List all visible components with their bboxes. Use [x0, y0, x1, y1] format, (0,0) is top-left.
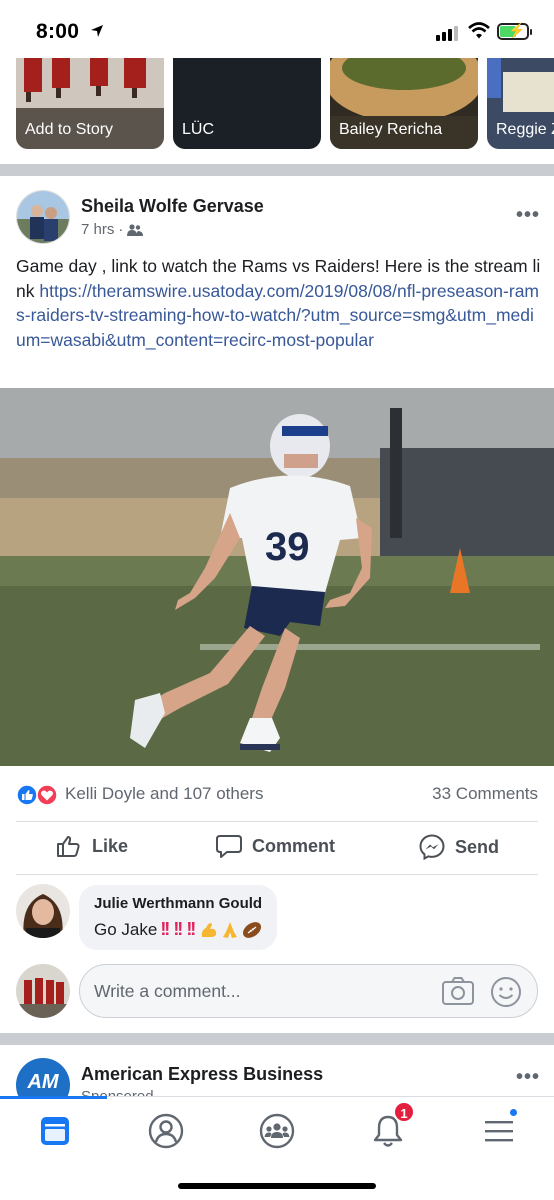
- story-card[interactable]: LÜC: [173, 58, 321, 149]
- bottom-tab-bar: 1: [0, 1096, 554, 1200]
- thumbs-up-icon: [57, 836, 80, 857]
- story-label: LÜC: [182, 121, 215, 138]
- hamburger-menu-icon: [485, 1121, 513, 1142]
- folded-hands-icon: [223, 921, 238, 938]
- emoji-smile-icon[interactable]: [490, 976, 522, 1008]
- double-exclamation-icon: !!: [160, 919, 170, 939]
- post-more-options-button[interactable]: •••: [516, 204, 540, 227]
- menu-dot-badge: [508, 1107, 519, 1118]
- amex-logo[interactable]: AM EX: [16, 1058, 70, 1096]
- post-meta: 7 hrs ·: [81, 221, 144, 238]
- status-bar: 8:00 ⚡: [0, 0, 554, 58]
- active-tab-indicator: [0, 1096, 107, 1099]
- tab-profile[interactable]: [142, 1107, 190, 1155]
- speech-bubble-icon: [216, 835, 242, 858]
- news-feed-icon: [41, 1117, 69, 1145]
- comment-text-row: Go Jake !! !! !!: [94, 919, 263, 940]
- post-actions: Like Comment Send: [0, 822, 554, 874]
- like-label: Like: [92, 835, 129, 856]
- status-time: 8:00: [36, 20, 80, 43]
- groups-icon: [259, 1113, 295, 1149]
- divider: [16, 874, 538, 875]
- story-label: Bailey Rericha: [339, 121, 443, 138]
- next-post-more-options-button[interactable]: •••: [516, 1066, 540, 1089]
- author-name[interactable]: Sheila Wolfe Gervase: [81, 196, 264, 217]
- story-card[interactable]: Reggie Z: [487, 58, 554, 149]
- notification-badge: 1: [393, 1101, 415, 1123]
- avatar-photo: [17, 191, 69, 243]
- next-post-header: AM EX American Express Business ••• Spon…: [0, 1044, 554, 1096]
- home-indicator[interactable]: [178, 1183, 376, 1189]
- friends-audience-icon: [127, 223, 144, 236]
- post-link[interactable]: https://theramswire.usatoday.com/2019/08…: [16, 281, 539, 350]
- svg-text:39: 39: [265, 525, 310, 569]
- like-button[interactable]: Like: [56, 834, 128, 858]
- send-label: Send: [455, 836, 500, 857]
- messenger-icon: [419, 834, 445, 860]
- comment-button[interactable]: Comment: [216, 834, 335, 858]
- sponsored-label: Sponsored: [81, 1088, 154, 1096]
- section-divider: [0, 164, 554, 176]
- double-exclamation-icon: !!: [186, 919, 196, 939]
- commenter-avatar[interactable]: [16, 884, 70, 938]
- wifi-icon: [468, 22, 490, 39]
- football-player-photo: 39: [0, 388, 554, 766]
- charging-bolt-icon: ⚡: [508, 22, 526, 38]
- commenter-name[interactable]: Julie Werthmann Gould: [94, 895, 263, 912]
- story-card[interactable]: Bailey Rericha: [330, 58, 478, 149]
- comment-emoji: !! !! !!: [160, 919, 263, 940]
- comment-bubble[interactable]: Julie Werthmann Gould Go Jake !! !! !!: [79, 885, 278, 950]
- story-label: Add to Story: [25, 121, 114, 138]
- tab-groups[interactable]: [253, 1107, 301, 1155]
- reactions-summary[interactable]: Kelli Doyle and 107 others 33 Comments: [0, 782, 554, 808]
- location-arrow-icon: [91, 25, 103, 37]
- comments-count[interactable]: 33 Comments: [432, 784, 538, 804]
- post-time: 7 hrs: [81, 221, 115, 238]
- avatar-photo: [16, 884, 70, 938]
- author-avatar[interactable]: [16, 190, 70, 244]
- profile-icon: [148, 1113, 184, 1149]
- next-post-author[interactable]: American Express Business: [81, 1064, 323, 1085]
- comment-text: Go Jake: [94, 919, 158, 939]
- send-button[interactable]: Send: [419, 834, 499, 860]
- post-photo[interactable]: 39: [0, 388, 554, 766]
- story-card-add[interactable]: Add to Story: [16, 58, 164, 149]
- reactions-text: Kelli Doyle and 107 others: [65, 784, 264, 803]
- comment-label: Comment: [252, 835, 336, 856]
- camera-icon[interactable]: [441, 976, 475, 1006]
- football-icon: [243, 921, 262, 938]
- cellular-signal-icon: [436, 26, 458, 41]
- story-label: Reggie Z: [496, 121, 554, 138]
- write-comment-field[interactable]: [79, 964, 538, 1018]
- stories-tray: Add to Story LÜC Bailey Rericha Reggie Z: [0, 58, 554, 160]
- post-text: Game day , link to watch the Rams vs Rai…: [16, 254, 542, 352]
- meta-separator: ·: [118, 221, 124, 238]
- tab-news-feed[interactable]: [31, 1107, 79, 1155]
- flexed-biceps-icon: [202, 922, 217, 937]
- comment-input[interactable]: [94, 979, 424, 1003]
- like-love-reaction-icons: [16, 784, 58, 806]
- double-exclamation-icon: !!: [173, 919, 183, 939]
- avatar-photo: [16, 964, 70, 1018]
- current-user-avatar: [16, 964, 70, 1018]
